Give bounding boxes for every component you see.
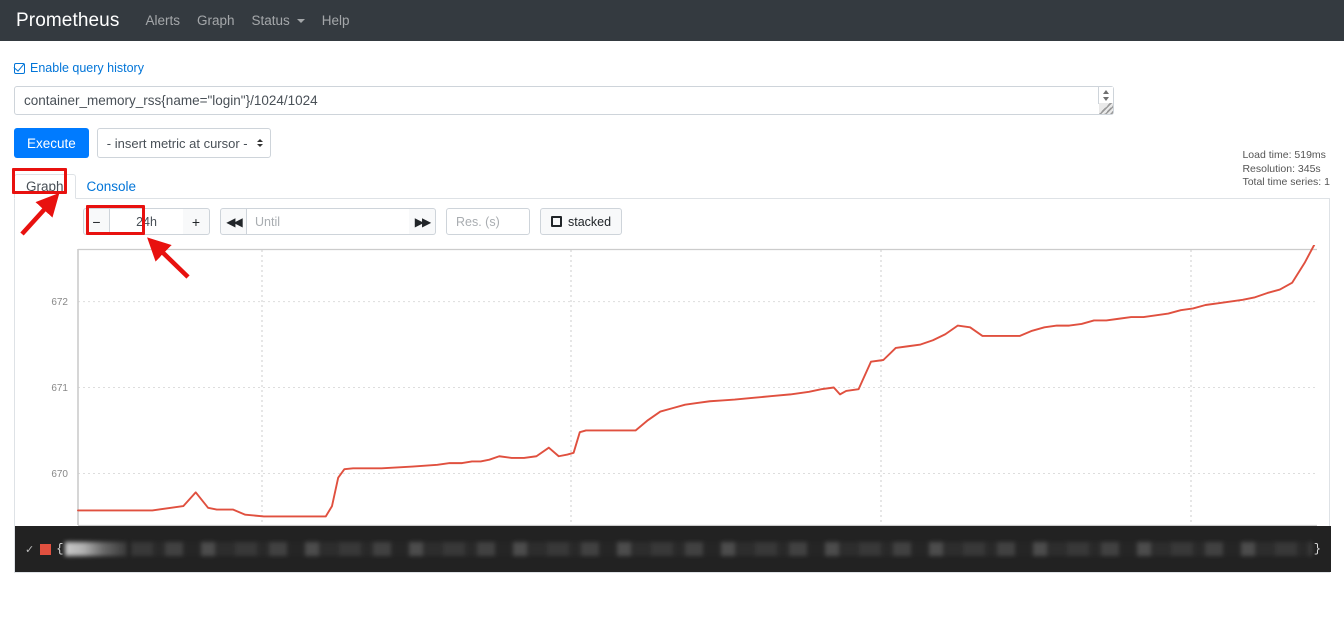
spinner-down-icon [1103, 97, 1109, 101]
stacked-label: stacked [568, 215, 611, 229]
navbar: Prometheus Alerts Graph Status Help [0, 0, 1344, 41]
expression-input[interactable]: container_memory_rss{name="login"}/1024/… [14, 86, 1114, 115]
increase-range-button[interactable]: + [183, 208, 210, 235]
y-axis-ticks: 670 671 672 [51, 297, 68, 480]
legend-close-brace: } [1314, 542, 1321, 556]
checkbox-checked-icon [14, 63, 25, 74]
legend-open-brace: { [56, 542, 63, 556]
result-tabs: Graph Console [14, 171, 1330, 199]
y-tick-label: 672 [51, 297, 68, 308]
step-forward-button[interactable]: ▶▶ [409, 208, 436, 235]
tab-graph[interactable]: Graph [14, 174, 76, 199]
enable-query-history-toggle[interactable]: Enable query history [14, 61, 144, 75]
graph-chart[interactable]: 670671672 12:0018:0000:0006:00 [15, 245, 1331, 571]
time-group: ◀◀ ▶▶ [220, 208, 436, 235]
graph-controls: − + ◀◀ ▶▶ stacked [15, 208, 1329, 235]
execute-row: Execute - insert metric at cursor - [14, 128, 1330, 158]
resize-grip-icon[interactable] [1099, 103, 1113, 114]
select-arrows-icon [257, 139, 263, 147]
nav-label-graph: Graph [197, 13, 235, 28]
y-tick-label: 671 [51, 383, 68, 394]
graph-panel: − + ◀◀ ▶▶ stacked 670 671 672 [14, 199, 1330, 573]
range-group: − + [83, 208, 210, 235]
nav-item-graph[interactable]: Graph [197, 13, 235, 28]
chart-legend[interactable]: ✓ { } [15, 526, 1331, 572]
until-input[interactable] [247, 208, 409, 235]
nav-item-alerts[interactable]: Alerts [145, 13, 180, 28]
chart-svg: 670671672 12:0018:0000:0006:00 [15, 245, 1331, 571]
legend-check-icon[interactable]: ✓ [25, 543, 34, 556]
expression-wrapper: container_memory_rss{name="login"}/1024/… [14, 86, 1114, 115]
nav-links: Alerts Graph Status Help [145, 13, 349, 28]
tab-console[interactable]: Console [76, 175, 148, 198]
page-body: Enable query history container_memory_rs… [0, 61, 1344, 573]
nav-item-help[interactable]: Help [322, 13, 350, 28]
expression-row: container_memory_rss{name="login"}/1024/… [14, 86, 1330, 115]
range-input[interactable] [110, 208, 183, 235]
y-tick-label: 670 [51, 469, 68, 480]
nav-label-help: Help [322, 13, 350, 28]
nav-label-alerts: Alerts [145, 13, 180, 28]
chevron-down-icon [297, 19, 305, 23]
step-backward-button[interactable]: ◀◀ [220, 208, 247, 235]
spinner-up-icon [1103, 90, 1109, 94]
series-line [78, 245, 1317, 516]
legend-color-swatch [40, 544, 51, 555]
enable-query-history-label: Enable query history [30, 61, 144, 75]
legend-series-name-redacted [65, 542, 127, 556]
nav-label-status: Status [252, 13, 290, 28]
stacked-toggle[interactable]: stacked [540, 208, 622, 235]
expression-spinner[interactable] [1098, 87, 1113, 104]
insert-metric-select[interactable]: - insert metric at cursor - [97, 128, 271, 158]
nav-item-status[interactable]: Status [252, 13, 305, 28]
legend-labels-redacted [131, 542, 1311, 556]
decrease-range-button[interactable]: − [83, 208, 110, 235]
execute-button[interactable]: Execute [14, 128, 89, 158]
chart-gridlines [78, 250, 1317, 525]
resolution-input[interactable] [446, 208, 530, 235]
brand-logo[interactable]: Prometheus [16, 10, 119, 32]
checkbox-unchecked-icon [551, 216, 562, 227]
insert-metric-select-value: - insert metric at cursor - [107, 136, 248, 151]
stat-load-time: Load time: 519ms [1242, 149, 1330, 163]
